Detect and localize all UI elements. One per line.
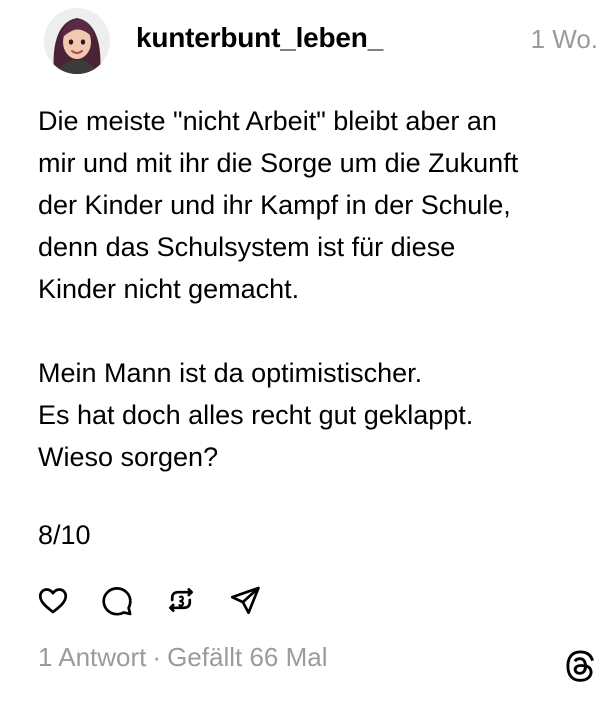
body-line: denn das Schulsystem ist für diese (38, 232, 456, 262)
threads-logo-icon (562, 648, 598, 684)
body-line: Mein Mann ist da optimistischer. (38, 358, 423, 388)
action-bar (36, 580, 292, 620)
post-body: Die meiste "nicht Arbeit" bleibt aber an… (38, 100, 598, 478)
thread-counter: 8/10 (38, 520, 91, 550)
avatar[interactable] (44, 8, 110, 74)
post-stats: 1 Antwort · Gefällt 66 Mal (38, 642, 327, 673)
share-button[interactable] (228, 583, 262, 617)
repost-button[interactable] (164, 583, 198, 617)
replies-count-link[interactable]: 1 Antwort (38, 642, 146, 672)
send-icon (230, 586, 260, 615)
threads-post: kunterbunt_leben_ 1 Wo. Die meiste "nich… (0, 0, 614, 704)
body-line: Kinder nicht gemacht. (38, 274, 300, 304)
timestamp: 1 Wo. (530, 24, 598, 54)
stats-separator: · (152, 642, 162, 672)
username[interactable]: kunterbunt_leben_ (136, 22, 383, 54)
body-line: Die meiste "nicht Arbeit" bleibt aber an (38, 106, 497, 136)
like-button[interactable] (36, 583, 70, 617)
body-line: mir und mit ihr die Sorge um die Zukunft (38, 148, 519, 178)
avatar-illustration (44, 8, 110, 74)
body-line-blank (38, 310, 598, 352)
body-line: der Kinder und ihr Kampf in der Schule, (38, 190, 511, 220)
likes-count-link[interactable]: Gefällt 66 Mal (167, 642, 327, 672)
repost-icon (169, 588, 193, 612)
body-line: Es hat doch alles recht gut geklappt. (38, 400, 474, 430)
reply-button[interactable] (100, 583, 134, 617)
body-line: Wieso sorgen? (38, 442, 219, 472)
heart-icon (38, 588, 68, 614)
comment-bubble-icon (102, 587, 132, 616)
